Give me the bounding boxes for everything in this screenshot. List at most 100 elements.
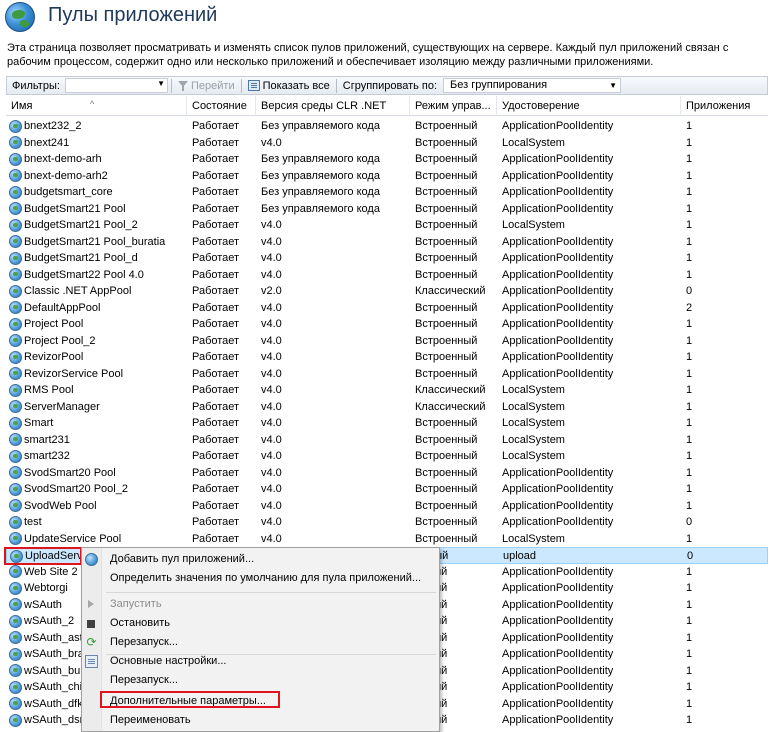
table-row[interactable]: BudgetSmart21 Pool_2 Работает v4.0 Встроенн… [6,217,768,234]
cell-apps: 1 [686,615,693,627]
filters-label: Фильтры: [12,79,60,92]
table-row[interactable]: RevizorPool Работает v4.0 Встроенный Applica… [6,349,768,366]
table-row[interactable]: BudgetSmart21 Pool_buratia Работает v4.0 Вс… [6,234,768,251]
grid-header: Имя ^ Состояние Версия среды CLR .NET Реж… [6,96,768,116]
chevron-down-icon: ▼ [609,81,618,90]
table-row[interactable]: RMS Pool Работает v4.0 Классический LocalSys… [6,382,768,399]
column-header-identity[interactable]: Удостоверение [497,96,681,116]
pool-name: BudgetSmart22 Pool 4.0 [24,268,144,281]
table-row[interactable]: test Работает v4.0 Встроенный ApplicationPoo… [6,514,768,531]
cell-apps: 1 [686,219,693,231]
app-pool-icon [9,251,22,265]
table-row[interactable]: RevizorService Pool Работает v4.0 Встроенны… [6,366,768,383]
pool-name: BudgetSmart21 Pool_2 [24,219,138,231]
menu-item-stop[interactable]: Остановить [82,614,439,633]
table-row[interactable]: DefaultAppPool Работает v4.0 Встроенный Appl… [6,300,768,317]
menu-item-recycle-2[interactable]: Перезапуск... [82,671,439,690]
cell-apps: 1 [686,186,693,198]
app-pool-icon [9,284,22,298]
pool-name: Smart [24,417,54,429]
app-pool-icon [9,532,22,546]
cell-name: bnext-demo-arh2 [6,168,187,185]
cell-identity: ApplicationPoolIdentity [502,631,614,644]
cell-name: ServerManager [6,399,187,416]
cell-identity: ApplicationPoolIdentity [502,565,614,578]
cell-identity: ApplicationPoolIdentity [502,483,614,495]
cell-state: Работает [192,136,240,149]
menu-item-start[interactable]: Запустить [82,595,439,614]
pool-name: UpdateService Pool [24,532,122,545]
table-row[interactable]: Project Pool Работает v4.0 Встроенный Applic… [6,316,768,333]
cell-mode: Встроенный [415,516,478,528]
cell-state: Работает [192,235,240,248]
menu-item-add-pool[interactable]: Добавить пул приложений... [82,550,439,569]
go-label: Перейти [191,79,235,92]
table-row[interactable]: UpdateService Pool Работает v4.0 Встроенный… [6,531,768,548]
cell-clr: Без управляемого кода [261,186,380,198]
app-pool-icon [9,482,22,496]
cell-apps: 1 [686,202,693,215]
column-header-clr[interactable]: Версия среды CLR .NET [256,96,410,116]
pool-name: SvodSmart20 Pool_2 [24,483,128,495]
pool-name: RevizorService Pool [24,367,124,380]
pool-name: smart231 [24,433,70,446]
table-row[interactable]: smart231 Работает v4.0 Встроенный LocalSyste… [6,432,768,449]
cell-mode: Встроенный [415,318,478,330]
group-by-select[interactable]: Без группирования ▼ [443,78,622,93]
cell-apps: 1 [686,450,693,462]
column-header-name[interactable]: Имя ^ [6,96,187,116]
table-row[interactable]: smart232 Работает v4.0 Встроенный LocalSyste… [6,448,768,465]
column-header-mode[interactable]: Режим управ... [410,96,497,116]
pool-name: bnext-demo-arh [24,153,102,165]
cell-identity: LocalSystem [502,450,565,462]
pool-name: wSAuth_dsn [24,714,86,726]
menu-item-rename[interactable]: Переименовать [82,711,439,730]
table-row[interactable]: ServerManager Работает v4.0 Классический Loc… [6,399,768,416]
cell-clr: v4.0 [261,351,282,363]
app-pool-icon [9,218,22,232]
cell-mode: Встроенный [415,252,478,264]
table-row[interactable]: Project Pool_2 Работает v4.0 Встроенный Appl… [6,333,768,350]
add-pool-icon [85,553,98,566]
menu-item-basic-settings[interactable]: Основные настройки... [82,652,439,671]
table-row[interactable]: SvodWeb Pool Работает v4.0 Встроенный Applic… [6,498,768,515]
table-row[interactable]: SvodSmart20 Pool Работает v4.0 Встроенный Ap… [6,465,768,482]
table-row[interactable]: bnext241 Работает v4.0 Встроенный LocalSyste… [6,135,768,152]
filter-input[interactable]: ▼ [65,78,168,93]
cell-identity: ApplicationPoolIdentity [502,367,614,380]
table-row[interactable]: Smart Работает v4.0 Встроенный LocalSystem 1 [6,415,768,432]
table-row[interactable]: BudgetSmart22 Pool 4.0 Работает v4.0 Встрое… [6,267,768,284]
toolbar-separator [240,78,242,93]
pool-name: test [24,516,42,528]
cell-state: Работает [192,433,240,446]
cell-mode: Встроенный [415,532,478,545]
table-row[interactable]: Classic .NET AppPool Работает v2.0 Классиче… [6,283,768,300]
table-row[interactable]: BudgetSmart21 Pool_d Работает v4.0 Встроенн… [6,250,768,267]
cell-apps: 0 [686,285,693,297]
cell-name: BudgetSmart21 Pool [6,201,187,218]
table-row[interactable]: SvodSmart20 Pool_2 Работает v4.0 Встроенный… [6,481,768,498]
show-all-button[interactable]: Показать все [245,80,333,92]
table-row[interactable]: BudgetSmart21 Pool Работает Без управляемо… [6,201,768,218]
cell-state: Работает [192,334,240,347]
app-pool-icon [9,400,22,414]
app-pool-icon [9,367,22,381]
cell-identity: ApplicationPoolIdentity [502,664,614,677]
cell-name: budgetsmart_core [6,184,187,201]
table-row[interactable]: bnext-demo-arh Работает Без управляемого к… [6,151,768,168]
pool-name: BudgetSmart21 Pool [24,202,126,215]
table-row[interactable]: budgetsmart_core Работает Без управляемого… [6,184,768,201]
menu-item-set-defaults[interactable]: Определить значения по умолчанию для пул… [82,569,439,588]
highlight-advanced-settings [100,691,280,708]
table-row[interactable]: bnext-demo-arh2 Работает Без управляемого … [6,168,768,185]
app-pool-icon [9,301,22,315]
cell-mode: Встроенный [415,433,478,446]
menu-item-recycle[interactable]: ⟳ Перезапуск... [82,633,439,652]
pool-name: wSAuth_dfk [24,697,83,710]
column-header-apps[interactable]: Приложения [681,96,768,116]
table-row[interactable]: bnext232_2 Работает Без управляемого кода В… [6,118,768,135]
cell-clr: v4.0 [261,235,282,248]
cell-apps: 1 [686,384,693,396]
go-button[interactable]: Перейти [175,80,238,92]
column-header-state[interactable]: Состояние [187,96,256,116]
